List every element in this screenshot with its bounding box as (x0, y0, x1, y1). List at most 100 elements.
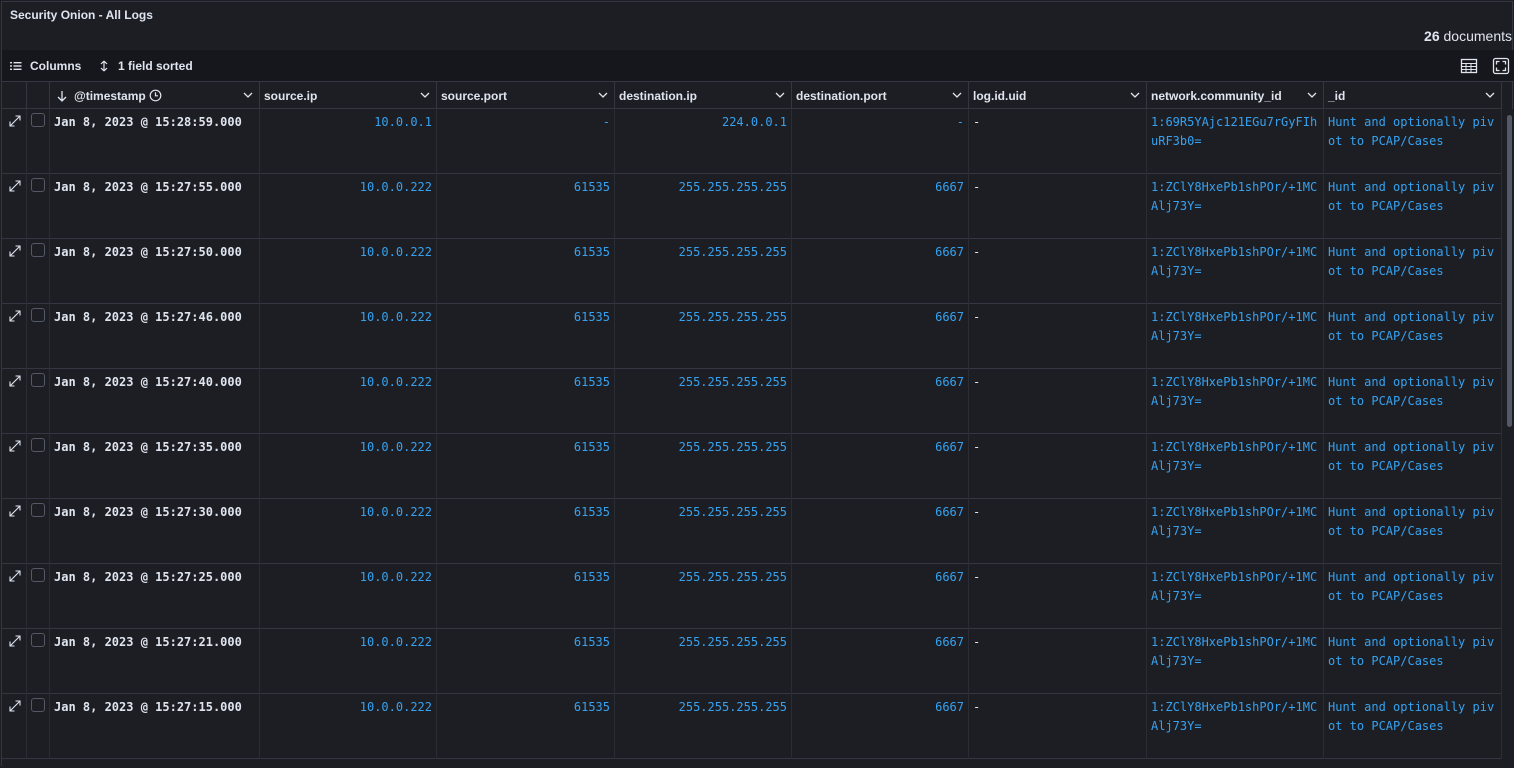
cell-source-ip[interactable]: 10.0.0.222 (260, 174, 437, 239)
cell-source-port[interactable]: 61535 (437, 694, 615, 759)
sort-fields-button[interactable]: 1 field sorted (98, 50, 193, 82)
row-select-checkbox[interactable] (31, 178, 45, 192)
header-source-port[interactable]: source.port (437, 82, 615, 109)
cell-source-port[interactable]: 61535 (437, 174, 615, 239)
cell-source-port[interactable]: 61535 (437, 629, 615, 694)
cell-destination-ip[interactable]: 255.255.255.255 (615, 694, 792, 759)
chevron-down-icon[interactable] (952, 90, 962, 100)
expand-row-icon[interactable] (9, 310, 21, 322)
cell-destination-port[interactable]: 6667 (792, 564, 969, 629)
row-select-checkbox[interactable] (31, 633, 45, 647)
header-destination-port[interactable]: destination.port (792, 82, 969, 109)
cell-community-id[interactable]: 1:ZClY8HxePb1shPOr/+1MCAlj73Y= (1147, 369, 1324, 434)
cell-destination-ip[interactable]: 255.255.255.255 (615, 499, 792, 564)
cell-log-id-uid[interactable]: - (969, 369, 1147, 434)
cell-source-port[interactable]: 61535 (437, 239, 615, 304)
cell-source-port[interactable]: 61535 (437, 434, 615, 499)
cell-log-id-uid[interactable]: - (969, 694, 1147, 759)
cell-destination-ip[interactable]: 255.255.255.255 (615, 369, 792, 434)
cell-community-id[interactable]: 1:ZClY8HxePb1shPOr/+1MCAlj73Y= (1147, 304, 1324, 369)
expand-row-icon[interactable] (9, 180, 21, 192)
cell-destination-ip[interactable]: 255.255.255.255 (615, 564, 792, 629)
row-select-checkbox[interactable] (31, 698, 45, 712)
cell-id[interactable]: Hunt and optionally pivot to PCAP/Cases (1324, 564, 1502, 629)
cell-log-id-uid[interactable]: - (969, 304, 1147, 369)
cell-destination-ip[interactable]: 255.255.255.255 (615, 629, 792, 694)
cell-destination-port[interactable]: 6667 (792, 629, 969, 694)
cell-community-id[interactable]: 1:ZClY8HxePb1shPOr/+1MCAlj73Y= (1147, 564, 1324, 629)
chevron-down-icon[interactable] (1307, 90, 1317, 100)
row-select-checkbox[interactable] (31, 438, 45, 452)
header-id[interactable]: _id (1324, 82, 1502, 109)
cell-timestamp[interactable]: Jan 8, 2023 @ 15:27:15.000 (50, 694, 260, 759)
chevron-down-icon[interactable] (243, 90, 253, 100)
cell-community-id[interactable]: 1:ZClY8HxePb1shPOr/+1MCAlj73Y= (1147, 239, 1324, 304)
cell-destination-ip[interactable]: 255.255.255.255 (615, 434, 792, 499)
cell-community-id[interactable]: 1:69R5YAjc121EGu7rGyFIhuRF3b0= (1147, 109, 1324, 174)
row-select-checkbox[interactable] (31, 373, 45, 387)
chevron-down-icon[interactable] (420, 90, 430, 100)
cell-id[interactable]: Hunt and optionally pivot to PCAP/Cases (1324, 239, 1502, 304)
cell-log-id-uid[interactable]: - (969, 434, 1147, 499)
cell-log-id-uid[interactable]: - (969, 499, 1147, 564)
table-density-icon[interactable] (1460, 57, 1478, 75)
cell-source-ip[interactable]: 10.0.0.222 (260, 694, 437, 759)
cell-destination-port[interactable]: 6667 (792, 694, 969, 759)
cell-destination-ip[interactable]: 255.255.255.255 (615, 239, 792, 304)
cell-destination-port[interactable]: 6667 (792, 434, 969, 499)
cell-source-ip[interactable]: 10.0.0.222 (260, 369, 437, 434)
cell-id[interactable]: Hunt and optionally pivot to PCAP/Cases (1324, 174, 1502, 239)
header-destination-ip[interactable]: destination.ip (615, 82, 792, 109)
row-select-checkbox[interactable] (31, 113, 45, 127)
cell-id[interactable]: Hunt and optionally pivot to PCAP/Cases (1324, 629, 1502, 694)
chevron-down-icon[interactable] (1485, 90, 1495, 100)
cell-source-port[interactable]: 61535 (437, 369, 615, 434)
cell-timestamp[interactable]: Jan 8, 2023 @ 15:28:59.000 (50, 109, 260, 174)
vertical-scrollbar[interactable] (1502, 109, 1514, 768)
expand-row-icon[interactable] (9, 505, 21, 517)
cell-destination-ip[interactable]: 255.255.255.255 (615, 304, 792, 369)
cell-source-ip[interactable]: 10.0.0.222 (260, 304, 437, 369)
cell-destination-port[interactable]: 6667 (792, 239, 969, 304)
expand-row-icon[interactable] (9, 440, 21, 452)
cell-source-ip[interactable]: 10.0.0.222 (260, 239, 437, 304)
cell-destination-port[interactable]: - (792, 109, 969, 174)
chevron-down-icon[interactable] (775, 90, 785, 100)
cell-log-id-uid[interactable]: - (969, 109, 1147, 174)
header-log-id-uid[interactable]: log.id.uid (969, 82, 1147, 109)
cell-source-port[interactable]: 61535 (437, 304, 615, 369)
chevron-down-icon[interactable] (1130, 90, 1140, 100)
cell-timestamp[interactable]: Jan 8, 2023 @ 15:27:46.000 (50, 304, 260, 369)
cell-id[interactable]: Hunt and optionally pivot to PCAP/Cases (1324, 304, 1502, 369)
expand-row-icon[interactable] (9, 375, 21, 387)
cell-id[interactable]: Hunt and optionally pivot to PCAP/Cases (1324, 434, 1502, 499)
cell-log-id-uid[interactable]: - (969, 174, 1147, 239)
cell-id[interactable]: Hunt and optionally pivot to PCAP/Cases (1324, 499, 1502, 564)
row-select-checkbox[interactable] (31, 503, 45, 517)
cell-id[interactable]: Hunt and optionally pivot to PCAP/Cases (1324, 369, 1502, 434)
cell-timestamp[interactable]: Jan 8, 2023 @ 15:27:25.000 (50, 564, 260, 629)
header-community-id[interactable]: network.community_id (1147, 82, 1324, 109)
cell-destination-ip[interactable]: 224.0.0.1 (615, 109, 792, 174)
expand-row-icon[interactable] (9, 570, 21, 582)
cell-timestamp[interactable]: Jan 8, 2023 @ 15:27:35.000 (50, 434, 260, 499)
header-source-ip[interactable]: source.ip (260, 82, 437, 109)
columns-button[interactable]: Columns (10, 50, 81, 82)
cell-destination-port[interactable]: 6667 (792, 174, 969, 239)
cell-timestamp[interactable]: Jan 8, 2023 @ 15:27:40.000 (50, 369, 260, 434)
cell-source-ip[interactable]: 10.0.0.222 (260, 629, 437, 694)
row-select-checkbox[interactable] (31, 308, 45, 322)
cell-destination-ip[interactable]: 255.255.255.255 (615, 174, 792, 239)
cell-source-ip[interactable]: 10.0.0.1 (260, 109, 437, 174)
cell-source-ip[interactable]: 10.0.0.222 (260, 434, 437, 499)
cell-timestamp[interactable]: Jan 8, 2023 @ 15:27:55.000 (50, 174, 260, 239)
cell-source-port[interactable]: - (437, 109, 615, 174)
expand-row-icon[interactable] (9, 245, 21, 257)
cell-destination-port[interactable]: 6667 (792, 304, 969, 369)
scrollbar-thumb[interactable] (1507, 115, 1512, 427)
cell-source-port[interactable]: 61535 (437, 499, 615, 564)
cell-community-id[interactable]: 1:ZClY8HxePb1shPOr/+1MCAlj73Y= (1147, 174, 1324, 239)
header-timestamp[interactable]: @timestamp (50, 82, 260, 109)
cell-log-id-uid[interactable]: - (969, 564, 1147, 629)
cell-log-id-uid[interactable]: - (969, 629, 1147, 694)
